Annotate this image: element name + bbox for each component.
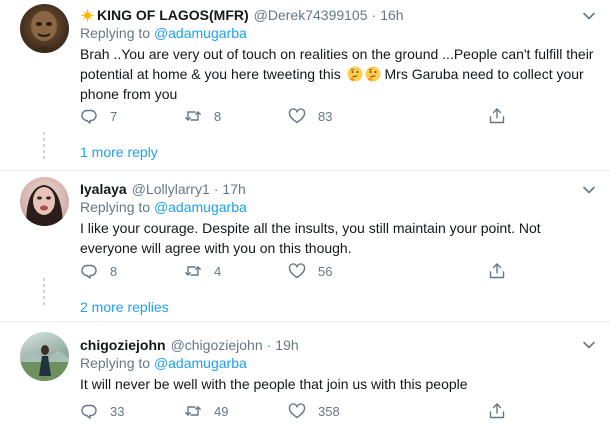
user-handle[interactable]: @Derek74399105 [254,6,368,24]
share-icon [489,263,505,279]
share-icon [489,403,505,419]
mention-link[interactable]: @adamugarba [154,25,247,41]
retweet-count: 8 [214,108,222,124]
show-more-replies-link[interactable]: 2 more replies [80,298,169,316]
display-name[interactable]: Iyalaya [80,180,127,198]
replying-to: Replying to @adamugarba [80,198,247,216]
user-handle[interactable]: @Lollylarry1 [132,180,210,198]
thread-connector [43,132,45,160]
mention-link[interactable]: @adamugarba [154,355,247,371]
reply-count: 8 [110,263,118,279]
sun-emoji-icon [80,7,95,23]
separator-dot: · [371,7,377,23]
separator-dot: · [213,181,219,197]
like-count: 83 [318,108,333,124]
tweet-reply-1[interactable]: KING OF LAGOS(MFR) @Derek74399105 · 16h … [0,0,610,171]
like-count: 358 [318,403,340,419]
reply-button[interactable]: 7 [80,107,117,125]
mention-link[interactable]: @adamugarba [154,199,247,215]
thread-connector [43,278,45,306]
like-button[interactable]: 56 [288,262,332,280]
reply-button[interactable]: 8 [80,262,117,280]
like-icon [288,263,306,279]
thinking-face-emoji-icon [347,66,363,82]
tweet-actions: 7 8 83 [80,107,520,125]
retweet-icon [185,406,201,416]
share-button[interactable] [488,402,506,420]
avatar[interactable] [20,4,69,53]
tweet-actions: 33 49 358 [80,402,520,420]
retweet-button[interactable]: 4 [184,262,221,280]
timestamp[interactable]: 19h [275,336,298,354]
show-more-replies-link[interactable]: 1 more reply [80,143,158,161]
replying-to-label: Replying to [80,25,154,41]
avatar[interactable] [20,177,69,226]
share-icon [489,108,505,124]
tweet-reply-3[interactable]: chigoziejohn @chigoziejohn · 19h Replyin… [0,322,610,426]
tweet-header: Iyalaya @Lollylarry1 · 17h [80,180,246,198]
reply-count: 7 [110,108,118,124]
chevron-down-icon[interactable] [582,338,596,352]
avatar[interactable] [20,332,69,381]
tweet-header: KING OF LAGOS(MFR) @Derek74399105 · 16h [80,6,404,24]
like-button[interactable]: 358 [288,402,340,420]
user-handle[interactable]: @chigoziejohn [171,336,263,354]
display-name[interactable]: KING OF LAGOS(MFR) [97,6,249,24]
timestamp[interactable]: 16h [380,6,403,24]
retweet-button[interactable]: 49 [184,402,228,420]
like-icon [288,403,306,419]
tweet-reply-2[interactable]: Iyalaya @Lollylarry1 · 17h Replying to @… [0,171,610,322]
avatar-image [26,185,63,226]
reply-icon [81,264,97,279]
retweet-count: 49 [214,403,229,419]
like-count: 56 [318,263,333,279]
reply-button[interactable]: 33 [80,402,124,420]
tweet-text: I like your courage. Despite all the ins… [80,220,541,256]
replying-to: Replying to @adamugarba [80,24,247,42]
replying-to-label: Replying to [80,355,154,371]
share-button[interactable] [488,262,506,280]
tweet-actions: 8 4 56 [80,262,520,280]
like-button[interactable]: 83 [288,107,332,125]
avatar-image [20,345,69,381]
display-name[interactable]: chigoziejohn [80,336,166,354]
share-button[interactable] [488,107,506,125]
timestamp[interactable]: 17h [222,180,245,198]
chevron-down-icon[interactable] [582,9,596,23]
avatar-image [28,11,61,53]
reply-icon [81,109,97,124]
retweet-button[interactable]: 8 [184,107,221,125]
retweet-icon [185,266,201,276]
retweet-count: 4 [214,263,222,279]
thinking-face-emoji-icon [365,66,381,82]
like-icon [288,108,306,124]
reply-count: 33 [110,403,125,419]
replying-to: Replying to @adamugarba [80,354,247,372]
chevron-down-icon[interactable] [582,183,596,197]
replying-to-label: Replying to [80,199,154,215]
tweet-text: Brah ..You are very out of touch on real… [80,44,600,104]
tweet-header: chigoziejohn @chigoziejohn · 19h [80,336,299,354]
separator-dot: · [266,337,272,353]
retweet-icon [185,111,201,121]
tweet-text: It will never be well with the people th… [80,376,468,392]
reply-icon [81,404,97,419]
